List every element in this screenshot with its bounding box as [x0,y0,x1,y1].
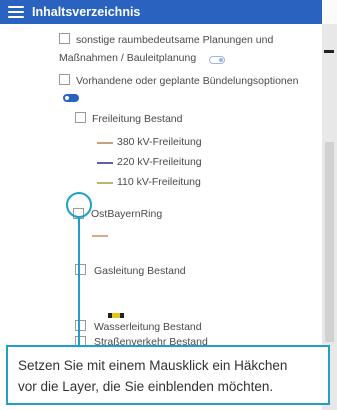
instruction-callout: Setzen Sie mit einem Mausklick ein Häkch… [6,345,330,405]
toc-title: Inhaltsverzeichnis [32,5,141,19]
layer-label-freileitung-bestand: Freileitung Bestand [92,113,183,125]
checkbox-gasleitung-bestand[interactable] [75,264,86,275]
highlight-circle [66,192,92,218]
layer-label-wasserleitung-bestand: Wasserleitung Bestand [94,321,202,333]
scrollbar-thumb[interactable] [325,142,334,342]
instruction-line-2: vor die Layer, die Sie einblenden möchte… [18,379,274,394]
layer-label-bauleitplanung: Maßnahmen / Bauleitplanung [59,52,197,64]
legend-swatch-ostbayernring [92,235,108,237]
layer-label-gasleitung-bestand: Gasleitung Bestand [94,265,186,277]
legend-swatch-220kv [97,162,113,164]
checkbox-freileitung-bestand[interactable] [75,112,86,123]
toc-header: Inhaltsverzeichnis [0,0,322,24]
hamburger-menu-icon[interactable] [8,6,24,18]
visibility-toggle-bauleitplanung[interactable] [209,56,225,64]
checkbox-raumbedeutsame-planungen[interactable] [59,33,70,44]
layer-label-ostbayernring: OstBayernRing [91,208,163,220]
visibility-toggle-buendelungsoptionen[interactable] [63,94,79,102]
legend-label-220kv: 220 kV-Freileitung [117,156,202,168]
legend-swatch-110kv [97,182,113,184]
checkbox-wasserleitung-bestand[interactable] [75,320,86,331]
instruction-line-1: Setzen Sie mit einem Mausklick ein Häkch… [18,358,288,373]
callout-pointer-line [78,218,80,346]
screenshot-frame: Inhaltsverzeichnis sonstige raumbedeutsa… [0,0,337,410]
legend-swatch-380kv [97,142,113,144]
layer-label-raumbedeutsame-planungen: sonstige raumbedeutsame Planungen und [76,34,274,46]
gas-symbol-segment-2 [112,313,120,318]
legend-label-380kv: 380 kV-Freileitung [117,136,202,148]
gas-symbol-segment-3 [120,313,124,318]
collapse-dash-icon[interactable] [324,50,334,53]
legend-symbol-gasleitung [108,313,124,318]
legend-label-110kv: 110 kV-Freileitung [117,176,201,188]
layer-label-buendelungsoptionen: Vorhandene oder geplante Bündelungsoptio… [76,75,299,87]
checkbox-buendelungsoptionen[interactable] [59,74,70,85]
